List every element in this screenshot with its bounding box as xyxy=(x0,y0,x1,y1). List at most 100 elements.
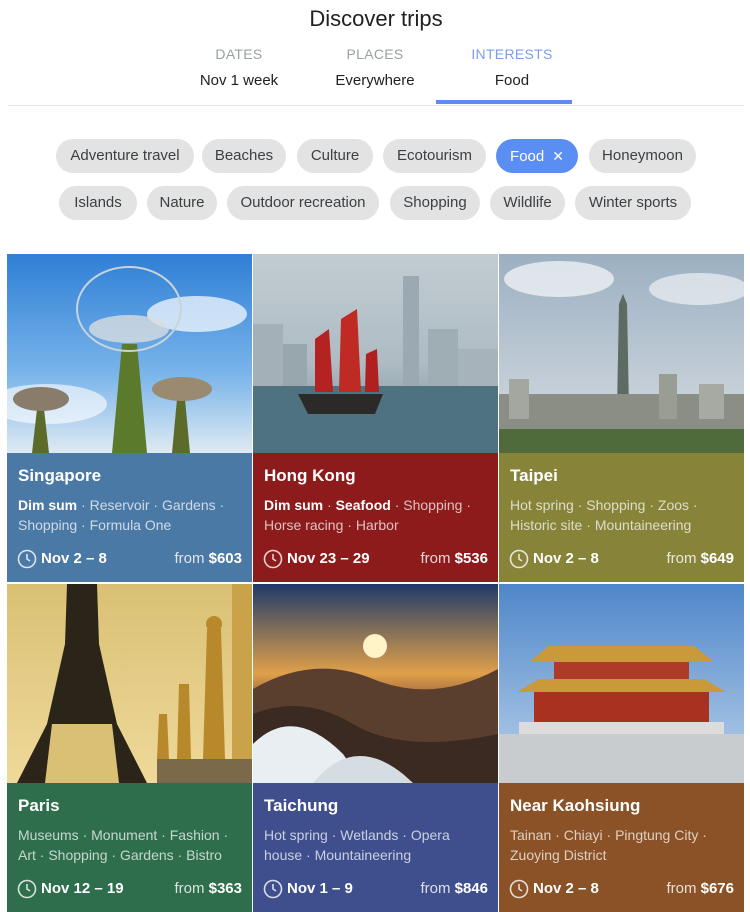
tag: Tainan xyxy=(510,827,552,843)
tag: Zoos xyxy=(657,497,690,513)
chip-winter-sports[interactable]: Winter sports xyxy=(575,186,691,220)
city-name: Singapore xyxy=(18,466,102,485)
tag: Fashion xyxy=(169,827,220,843)
trip-price: from $649 xyxy=(666,550,734,567)
city-name: Taipei xyxy=(510,466,558,485)
city-name: Paris xyxy=(18,796,60,815)
trip-price: from $603 xyxy=(174,550,242,567)
chip-label: Adventure travel xyxy=(70,147,180,164)
card-tags: Dim sum · Seafood · Shopping · Horse rac… xyxy=(264,497,471,533)
clock-icon xyxy=(509,549,529,569)
clock-icon xyxy=(17,549,37,569)
chip-honeymoon[interactable]: Honeymoon xyxy=(589,139,696,173)
clock-icon xyxy=(263,549,283,569)
card-info: Taipei Hot spring · Shopping · Zoos · Hi… xyxy=(499,453,744,582)
kaohsiung-photo xyxy=(499,584,744,783)
interest-chips: Adventure travel Beaches Culture Ecotour… xyxy=(8,106,744,253)
tab-label: PLACES xyxy=(346,46,404,62)
active-tab-indicator xyxy=(436,100,572,104)
price-value: $676 xyxy=(700,880,734,897)
destination-card-paris[interactable]: Paris Museums · Monument · Fashion · Art… xyxy=(7,584,252,912)
card-info: Singapore Dim sum · Reservoir · Gardens … xyxy=(7,453,252,582)
tab-dates[interactable]: DATES Nov 1 week xyxy=(171,46,307,89)
price-prefix: from xyxy=(174,550,209,567)
destination-card-singapore[interactable]: Singapore Dim sum · Reservoir · Gardens … xyxy=(7,254,252,582)
chip-label: Wildlife xyxy=(503,194,552,211)
trip-dates: Nov 2 – 8 xyxy=(533,880,599,897)
chip-label: Honeymoon xyxy=(602,147,683,164)
city-name: Taichung xyxy=(264,796,339,815)
tag: Shopping xyxy=(18,517,78,533)
chip-outdoor-recreation[interactable]: Outdoor recreation xyxy=(227,186,379,220)
card-info: Taichung Hot spring · Wetlands · Opera h… xyxy=(253,783,498,912)
tag: Mountaineering xyxy=(314,847,412,863)
tag: Reservoir xyxy=(89,497,150,513)
card-tags: Hot spring · Shopping · Zoos · Historic … xyxy=(510,497,698,533)
destination-card-near-kaohsiung[interactable]: Near Kaohsiung Tainan · Chiayi · Pingtun… xyxy=(499,584,744,912)
chip-food[interactable]: Food ✕ xyxy=(496,139,578,173)
tag: Hot spring xyxy=(264,827,328,843)
chip-beaches[interactable]: Beaches xyxy=(202,139,286,173)
chip-wildlife[interactable]: Wildlife xyxy=(490,186,565,220)
chip-label: Ecotourism xyxy=(396,147,473,164)
tag: Shopping xyxy=(403,497,463,513)
chip-label: Food xyxy=(510,148,545,165)
tag: Historic site xyxy=(510,517,583,533)
tag: Art xyxy=(18,847,36,863)
tag: Mountaineering xyxy=(594,517,692,533)
taipei-photo xyxy=(499,254,744,453)
chip-label: Beaches xyxy=(214,147,274,164)
trip-dates: Nov 2 – 8 xyxy=(41,550,107,567)
chip-shopping[interactable]: Shopping xyxy=(390,186,480,220)
tab-value: Everywhere xyxy=(335,72,415,89)
chip-nature[interactable]: Nature xyxy=(147,186,217,220)
price-prefix: from xyxy=(666,880,701,897)
chip-culture[interactable]: Culture xyxy=(297,139,373,173)
price-value: $536 xyxy=(454,550,488,567)
tag: Monument xyxy=(91,827,158,843)
tag: Shopping xyxy=(586,497,646,513)
tab-label: INTERESTS xyxy=(471,46,553,62)
tag: Hot spring xyxy=(510,497,574,513)
chip-label: Culture xyxy=(310,147,360,164)
tab-interests[interactable]: INTERESTS Food xyxy=(444,46,580,89)
price-prefix: from xyxy=(420,880,455,897)
price-prefix: from xyxy=(666,550,701,567)
price-value: $649 xyxy=(700,550,734,567)
chip-ecotourism[interactable]: Ecotourism xyxy=(383,139,486,173)
clock-icon xyxy=(263,879,283,899)
card-info: Paris Museums · Monument · Fashion · Art… xyxy=(7,783,252,912)
chip-label: Outdoor recreation xyxy=(240,194,366,211)
destination-card-taipei[interactable]: Taipei Hot spring · Shopping · Zoos · Hi… xyxy=(499,254,744,582)
card-info: Near Kaohsiung Tainan · Chiayi · Pingtun… xyxy=(499,783,744,912)
tab-places[interactable]: PLACES Everywhere xyxy=(307,46,443,89)
chip-label: Islands xyxy=(74,194,122,211)
destination-card-hong-kong[interactable]: Hong Kong Dim sum · Seafood · Shopping ·… xyxy=(253,254,498,582)
price-value: $363 xyxy=(208,880,242,897)
destination-card-taichung[interactable]: Taichung Hot spring · Wetlands · Opera h… xyxy=(253,584,498,912)
tag: Zuoying District xyxy=(510,847,607,863)
card-info: Hong Kong Dim sum · Seafood · Shopping ·… xyxy=(253,453,498,582)
paris-photo xyxy=(7,584,252,783)
hong-kong-photo xyxy=(253,254,498,453)
tag: Chiayi xyxy=(563,827,603,843)
chip-islands[interactable]: Islands xyxy=(59,186,137,220)
tag: Harbor xyxy=(355,517,399,533)
tag: Formula One xyxy=(89,517,172,533)
city-name: Near Kaohsiung xyxy=(510,796,641,815)
tag: Gardens xyxy=(161,497,216,513)
chip-adventure-travel[interactable]: Adventure travel xyxy=(56,139,194,173)
tag: Museums xyxy=(18,827,79,843)
tag: Gardens xyxy=(119,847,174,863)
trip-dates: Nov 1 – 9 xyxy=(287,880,353,897)
close-icon[interactable]: ✕ xyxy=(552,148,564,164)
chip-label: Shopping xyxy=(403,194,467,211)
trip-price: from $536 xyxy=(420,550,488,567)
chip-label: Winter sports xyxy=(588,194,678,211)
tag: Bistro xyxy=(186,847,222,863)
trip-dates: Nov 12 – 19 xyxy=(41,880,124,897)
price-prefix: from xyxy=(174,880,209,897)
price-value: $846 xyxy=(454,880,488,897)
clock-icon xyxy=(17,879,37,899)
tab-value: Food xyxy=(494,72,530,89)
